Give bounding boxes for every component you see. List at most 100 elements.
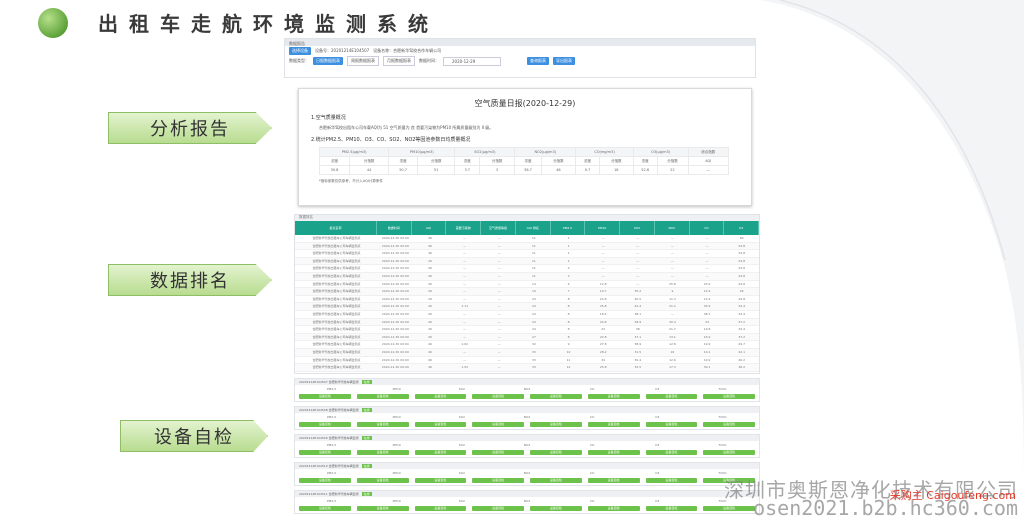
- table-row[interactable]: 合肥新华驾校出租车公司车辆监测点 2020-12-30 00:00 46— —11 1—…: [295, 235, 759, 243]
- report-subheader: 分指数: [478, 156, 516, 166]
- ranking-col-header[interactable]: 空气质量等级: [481, 221, 516, 235]
- ranking-col-header[interactable]: PM10: [585, 221, 621, 235]
- table-cell: 34.4: [738, 311, 746, 316]
- select-device-button[interactable]: 选择设备: [289, 47, 311, 55]
- table-cell: 合肥新华驾校出租车公司车辆监测点: [312, 349, 361, 354]
- report-subheader: 分指数: [656, 156, 689, 166]
- weekly-report-tab[interactable]: 周报数据报表: [347, 56, 379, 66]
- selfcheck-button[interactable]: 设备自检: [472, 450, 524, 455]
- selfcheck-button[interactable]: 设备自检: [356, 506, 409, 511]
- table-row[interactable]: 合肥新华驾校出租车公司车辆监测点 2020-12-30 00:00 26 — — 11 2 —…: [295, 265, 759, 273]
- table-cell: —: [497, 251, 501, 256]
- table-cell: 33: [532, 349, 536, 354]
- ranking-col-header[interactable]: O3: [724, 221, 759, 235]
- table-row[interactable]: 合肥新华驾校出租车公司车辆监测点 2020-12-30 00:00 46— —11 1—…: [295, 242, 759, 251]
- export-button[interactable]: 导出报表: [553, 57, 575, 65]
- table-row[interactable]: 合肥新华驾校出租车公司车辆监测点 2020-12-30 00:00 46 — — 33 11…: [295, 357, 759, 365]
- table-cell: 26: [428, 304, 432, 309]
- selfcheck-button[interactable]: 设备自检: [299, 478, 351, 483]
- device-value: NO2: [523, 387, 531, 391]
- selfcheck-button[interactable]: 设备自检: [530, 506, 582, 511]
- selfcheck-button[interactable]: 设备自检: [645, 506, 698, 511]
- selfcheck-button[interactable]: 设备自检: [299, 422, 351, 427]
- selfcheck-button[interactable]: 设备自检: [587, 450, 640, 455]
- selfcheck-button[interactable]: 设备自检: [530, 422, 582, 427]
- selfcheck-button[interactable]: 设备自检: [299, 450, 351, 455]
- selfcheck-button[interactable]: 设备自检: [530, 450, 582, 455]
- selfcheck-button[interactable]: 设备自检: [472, 422, 524, 427]
- selfcheck-button[interactable]: 设备自检: [703, 422, 755, 427]
- selfcheck-button[interactable]: 设备自检: [645, 394, 698, 399]
- ranking-col-header[interactable]: 首要污染物: [446, 221, 482, 235]
- selfcheck-button[interactable]: 设备自检: [645, 478, 698, 483]
- selfcheck-button[interactable]: 设备自检: [703, 394, 755, 399]
- device-name: 20201214E104510 合肥新华驾校车辆监测: [299, 464, 359, 468]
- selfcheck-button[interactable]: 设备自检: [645, 450, 698, 455]
- selfcheck-button[interactable]: 设备自检: [414, 422, 467, 427]
- selfcheck-button[interactable]: 设备自检: [530, 394, 582, 399]
- selfcheck-button[interactable]: 设备自检: [472, 478, 524, 483]
- table-cell: 26: [428, 334, 432, 339]
- ranking-col-header[interactable]: 数据时间: [377, 221, 412, 235]
- query-button[interactable]: 查询报表: [527, 57, 549, 65]
- selfcheck-button[interactable]: 设备自检: [587, 478, 640, 483]
- ranking-col-header[interactable]: SO2: [620, 221, 655, 235]
- device-no: 设备号：20201214E104507: [315, 48, 370, 53]
- selfcheck-button[interactable]: 设备自检: [414, 478, 467, 483]
- table-cell: 9: [671, 289, 674, 294]
- date-input[interactable]: 2020-12-29: [443, 56, 501, 66]
- table-row[interactable]: 合肥新华驾校出租车公司车辆监测点 2020-12-30 00:00 26 — — 19 7 1…: [295, 288, 759, 296]
- selfcheck-button[interactable]: 设备自检: [356, 394, 409, 399]
- ranking-col-header[interactable]: NO2: [655, 221, 690, 235]
- ranking-col-header[interactable]: CO: [690, 221, 725, 235]
- table-row[interactable]: 合肥新华驾校出租车公司车辆监测点 2020-12-30 00:00 26 — — 24 8 2…: [295, 296, 759, 304]
- table-cell: 21.2: [669, 304, 676, 309]
- table-row[interactable]: 合肥新华驾校出租车公司车辆监测点 2020-12-30 00:00 46 — — 33 10…: [295, 348, 759, 357]
- table-row[interactable]: 合肥新华驾校出租车公司车辆监测点 2020-12-30 00:00 26 1.11 — 2…: [295, 303, 759, 311]
- ranking-col-header[interactable]: 报点名称: [295, 221, 377, 235]
- selfcheck-button[interactable]: 设备自检: [414, 394, 467, 399]
- table-row[interactable]: 合肥新华驾校出租车公司车辆监测点 2020-12-30 00:00 26 — — 11 2 —…: [295, 257, 759, 266]
- selfcheck-button[interactable]: 设备自检: [299, 506, 351, 511]
- device-value: PM2.5: [326, 387, 337, 391]
- selfcheck-button[interactable]: 设备自检: [472, 394, 524, 399]
- table-row[interactable]: 合肥新华驾校出租车公司车辆监测点 2020-12-30 00:00 26 — — 11 3 —…: [295, 272, 759, 281]
- ranking-col-header[interactable]: AQI 排名: [516, 221, 551, 235]
- table-cell: 40.5: [634, 296, 642, 301]
- selfcheck-button[interactable]: 设备自检: [472, 506, 524, 511]
- table-row[interactable]: 合肥新华驾校出租车公司车辆监测点 2020-12-30 00:00 46 1.62 — 3…: [295, 341, 759, 349]
- selfcheck-button[interactable]: 设备自检: [356, 478, 409, 483]
- table-cell: 24.8: [738, 273, 746, 278]
- ranking-col-header[interactable]: AQI: [412, 221, 447, 235]
- table-row[interactable]: 合肥新华驾校出租车公司车辆监测点 2020-12-30 00:00 46— —11 1—…: [295, 250, 759, 258]
- monthly-report-tab[interactable]: 月报数据报表: [383, 56, 415, 66]
- table-row[interactable]: 合肥新华驾校出租车公司车辆监测点 2020-12-30 00:00 26 — — 14 4 1…: [295, 281, 759, 289]
- selfcheck-button[interactable]: 设备自检: [530, 478, 582, 483]
- selfcheck-button[interactable]: 设备自检: [299, 394, 351, 399]
- table-row[interactable]: 合肥新华驾校出租车公司车辆监测点 2020-12-30 00:00 26 — — 27 8 2…: [295, 333, 759, 342]
- table-cell: 33: [532, 357, 536, 362]
- device-value: CO: [589, 443, 595, 447]
- selfcheck-button[interactable]: 设备自检: [645, 422, 698, 427]
- selfcheck-button[interactable]: 设备自检: [356, 450, 409, 455]
- selfcheck-button[interactable]: 设备自检: [703, 506, 755, 511]
- selfcheck-button[interactable]: 设备自检: [414, 450, 467, 455]
- table-cell: 合肥新华驾校出租车公司车辆监测点: [312, 365, 361, 370]
- selfcheck-button[interactable]: 设备自检: [587, 394, 640, 399]
- table-row[interactable]: 合肥新华驾校出租车公司车辆监测点 2020-12-30 00:00 26 — — 24 8 2…: [295, 326, 759, 334]
- selfcheck-button[interactable]: 设备自检: [587, 506, 640, 511]
- selfcheck-button[interactable]: 设备自检: [587, 422, 640, 427]
- ranking-col-header[interactable]: PM2.5: [551, 221, 586, 235]
- panel-tab[interactable]: 数据报告: [285, 39, 755, 46]
- device-value: NO2: [523, 471, 531, 475]
- table-row[interactable]: 合肥新华驾校出租车公司车辆监测点 2020-12-30 00:00 46 1.52 — 3…: [295, 364, 759, 372]
- selfcheck-button[interactable]: 设备自检: [356, 422, 409, 427]
- daily-report-tab[interactable]: 日报数据报表: [313, 57, 343, 65]
- report-subheader: 浓度: [514, 156, 542, 166]
- table-cell: —: [463, 357, 467, 362]
- table-row[interactable]: 合肥新华驾校出租车公司车辆监测点 2020-12-30 00:00 26 — — 24 8 1…: [295, 311, 759, 319]
- date-label: 数据时间：: [419, 58, 439, 63]
- selfcheck-button[interactable]: 设备自检: [703, 450, 755, 455]
- table-row[interactable]: 合肥新华驾校出租车公司车辆监测点 2020-12-30 00:00 26 — — 24 8 2…: [295, 318, 759, 327]
- selfcheck-button[interactable]: 设备自检: [414, 506, 467, 511]
